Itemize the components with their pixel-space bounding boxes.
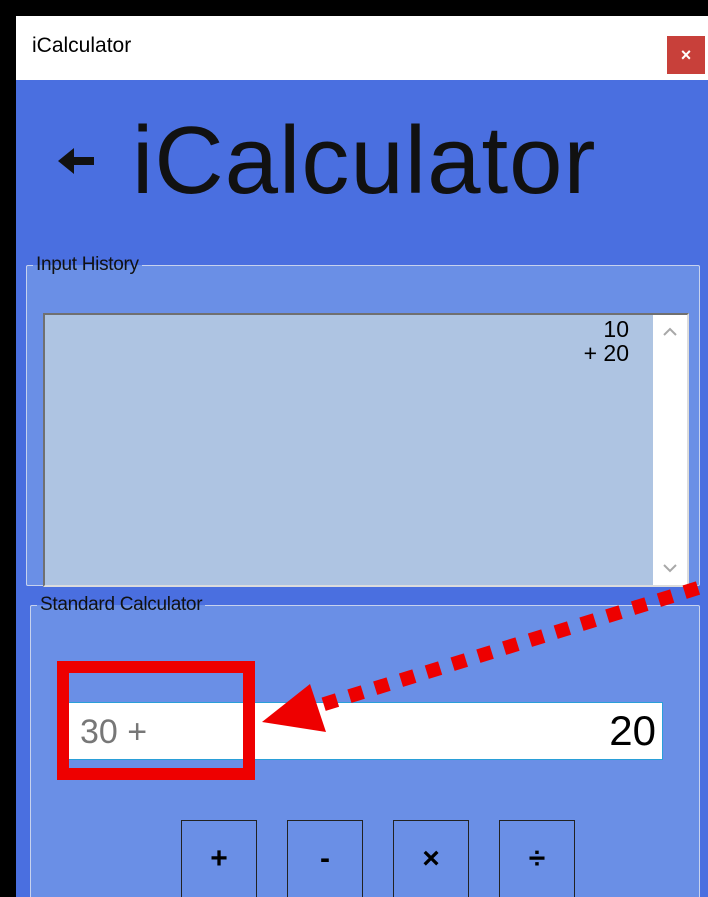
- window-title: iCalculator: [32, 34, 132, 57]
- subtract-button[interactable]: -: [287, 820, 363, 897]
- calculator-display: 30 +: [67, 702, 663, 760]
- input-history-legend: Input History: [36, 254, 139, 275]
- history-line: + 20: [583, 340, 629, 366]
- standard-calculator-group: Standard Calculator 30 + + - × ÷: [30, 594, 700, 897]
- operator-buttons: + - × ÷: [181, 820, 611, 897]
- divide-button[interactable]: ÷: [499, 820, 575, 897]
- title-bar: iCalculator ×: [16, 16, 708, 80]
- history-listbox[interactable]: 10 + 20: [43, 313, 689, 587]
- app-title: iCalculator: [132, 107, 597, 214]
- scroll-down-icon[interactable]: [653, 551, 687, 585]
- input-history-group: Input History 10 + 20: [26, 254, 700, 587]
- calculator-window: iCalculator × iCalculator Input History …: [16, 16, 708, 897]
- history-line: 10: [603, 316, 629, 342]
- close-button[interactable]: ×: [667, 36, 705, 74]
- multiply-button[interactable]: ×: [393, 820, 469, 897]
- app-header: iCalculator: [46, 106, 597, 216]
- back-arrow-icon[interactable]: [46, 131, 106, 191]
- scroll-up-icon[interactable]: [653, 315, 687, 349]
- value-input[interactable]: [276, 707, 656, 755]
- add-button[interactable]: +: [181, 820, 257, 897]
- standard-calculator-legend: Standard Calculator: [40, 594, 203, 615]
- expression-label: 30 +: [80, 713, 148, 751]
- history-lines: 10 + 20: [584, 317, 629, 365]
- history-scrollbar[interactable]: [653, 315, 687, 585]
